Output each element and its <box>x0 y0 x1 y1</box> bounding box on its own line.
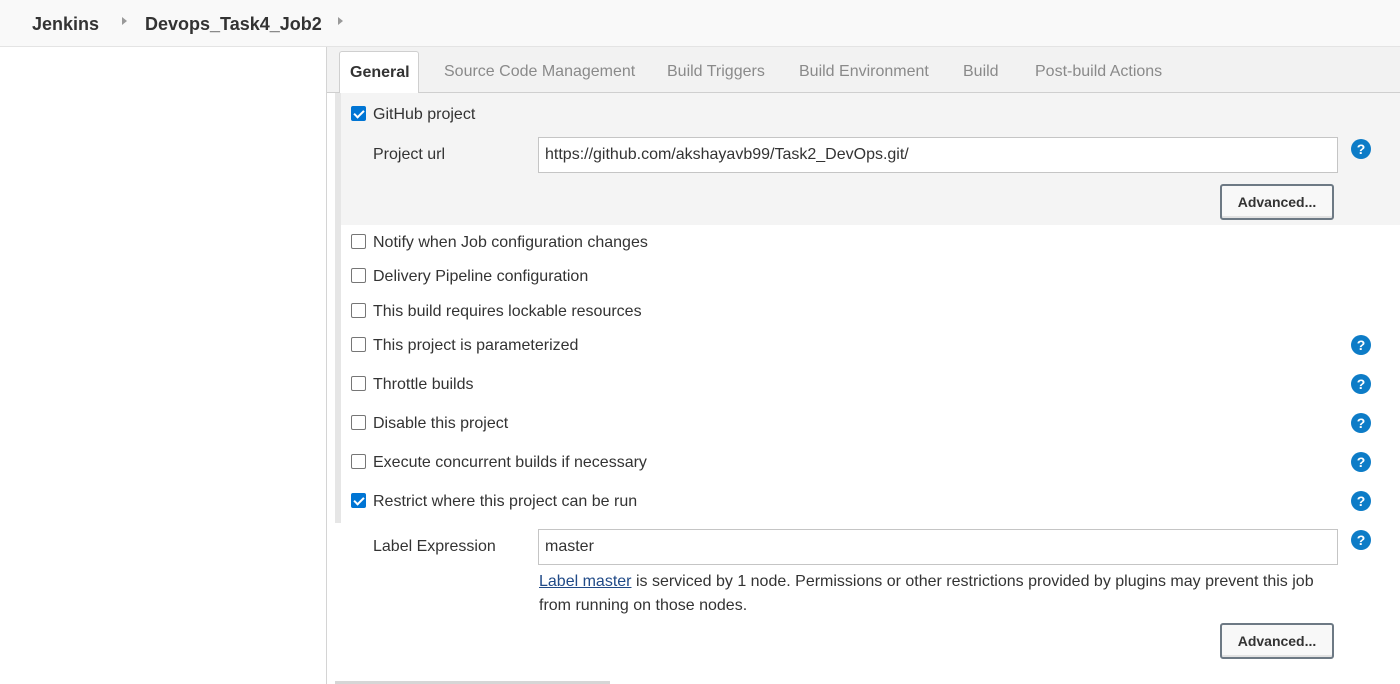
delivery-pipeline-checkbox[interactable] <box>351 268 366 283</box>
disable-project-checkbox[interactable] <box>351 415 366 430</box>
throttle-builds-checkbox[interactable] <box>351 376 366 391</box>
disable-project-label: Disable this project <box>373 415 509 432</box>
help-icon[interactable]: ? <box>1351 530 1371 550</box>
label-info-text: Label master is serviced by 1 node. Perm… <box>539 570 1329 618</box>
github-project-label: GitHub project <box>373 106 476 123</box>
sidebar <box>0 47 326 684</box>
restrict-project-label: Restrict where this project can be run <box>373 493 638 510</box>
notify-config-changes-checkbox[interactable] <box>351 234 366 249</box>
throttle-builds-label: Throttle builds <box>373 376 474 393</box>
help-icon[interactable]: ? <box>1351 139 1371 159</box>
lockable-resources-label: This build requires lockable resources <box>373 303 642 320</box>
github-advanced-button[interactable]: Advanced... <box>1220 184 1334 220</box>
project-url-label: Project url <box>373 146 446 163</box>
label-info-line2: from running on those nodes. <box>539 597 748 614</box>
help-icon[interactable]: ? <box>1351 452 1371 472</box>
breadcrumb-separator-icon <box>122 17 127 25</box>
label-expression-input[interactable] <box>538 529 1338 565</box>
parameterized-label: This project is parameterized <box>373 337 579 354</box>
help-icon[interactable]: ? <box>1351 491 1371 511</box>
tab-general[interactable]: General <box>339 51 419 94</box>
label-expression-label: Label Expression <box>373 538 496 555</box>
parameterized-checkbox[interactable] <box>351 337 366 352</box>
tab-build-triggers[interactable]: Build Triggers <box>667 62 765 82</box>
concurrent-builds-label: Execute concurrent builds if necessary <box>373 454 647 471</box>
notify-config-changes-label: Notify when Job configuration changes <box>373 234 648 251</box>
tab-source-code-management[interactable]: Source Code Management <box>444 62 635 82</box>
restrict-advanced-button[interactable]: Advanced... <box>1220 623 1334 659</box>
help-icon[interactable]: ? <box>1351 413 1371 433</box>
help-icon[interactable]: ? <box>1351 374 1371 394</box>
concurrent-builds-checkbox[interactable] <box>351 454 366 469</box>
project-url-input[interactable] <box>538 137 1338 173</box>
restrict-project-checkbox[interactable] <box>351 493 366 508</box>
main-divider <box>326 47 327 684</box>
help-icon[interactable]: ? <box>1351 335 1371 355</box>
breadcrumb-jenkins[interactable]: Jenkins <box>32 13 99 35</box>
breadcrumb-dropdown-icon[interactable] <box>338 17 343 25</box>
tab-build[interactable]: Build <box>963 62 999 82</box>
delivery-pipeline-label: Delivery Pipeline configuration <box>373 268 589 285</box>
lockable-resources-checkbox[interactable] <box>351 303 366 318</box>
label-info-line1: is serviced by 1 node. Permissions or ot… <box>631 573 1314 590</box>
breadcrumb-job[interactable]: Devops_Task4_Job2 <box>145 13 322 35</box>
breadcrumb: Jenkins Devops_Task4_Job2 <box>0 0 1400 47</box>
config-tabs: General Source Code Management Build Tri… <box>327 47 1400 94</box>
tab-post-build-actions[interactable]: Post-build Actions <box>1035 62 1162 82</box>
tab-build-environment[interactable]: Build Environment <box>799 62 929 82</box>
label-master-link[interactable]: Label master <box>539 573 632 590</box>
github-project-checkbox[interactable] <box>351 106 366 121</box>
